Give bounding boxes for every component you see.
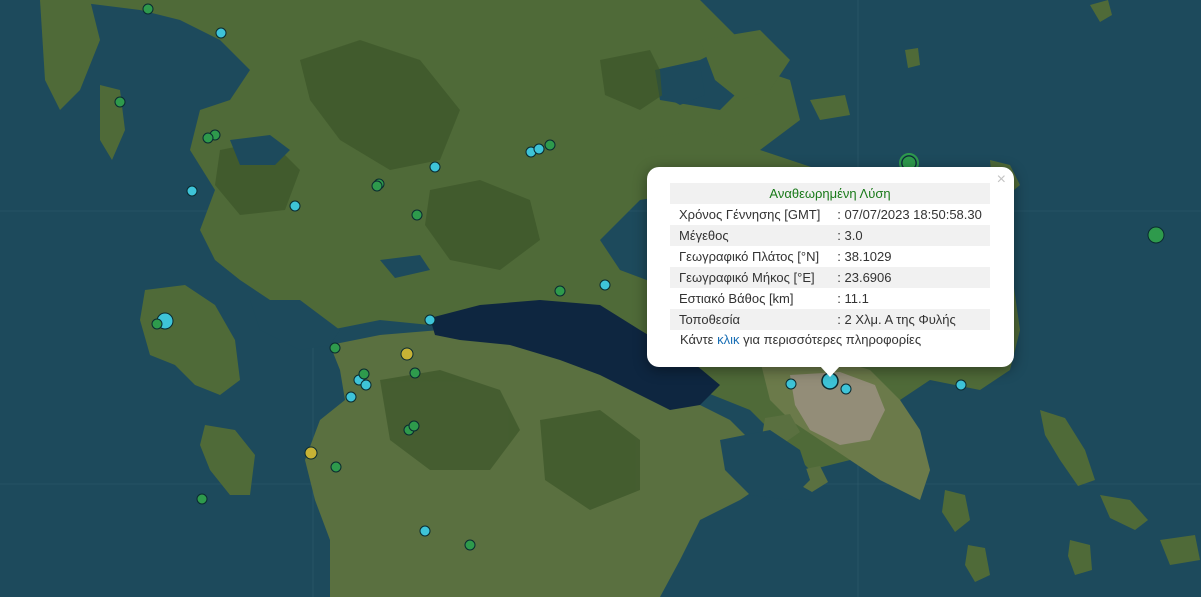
earthquake-marker[interactable] (429, 161, 441, 173)
earthquake-marker[interactable] (464, 539, 476, 551)
detail-value: : 3.0 (837, 228, 863, 243)
detail-label: Μέγεθος (679, 228, 729, 243)
earthquake-marker[interactable] (151, 318, 163, 330)
earthquake-marker[interactable] (840, 383, 852, 395)
popup-title-row: Αναθεωρημένη Λύση (670, 183, 990, 204)
detail-value: : 07/07/2023 18:50:58.30 (837, 207, 982, 222)
earthquake-marker[interactable] (358, 368, 370, 380)
detail-value: : 23.6906 (837, 270, 892, 285)
earthquake-marker[interactable] (142, 3, 154, 15)
detail-label: Γεωγραφικό Πλάτος [°N] (679, 249, 820, 264)
earthquake-marker[interactable] (304, 446, 318, 460)
earthquake-info-popup: × Αναθεωρημένη Λύση Χρόνος Γέννησης [GMT… (647, 167, 1014, 377)
earthquake-marker[interactable] (411, 209, 423, 221)
earthquake-marker[interactable] (533, 143, 545, 155)
detail-label: Τοποθεσία (679, 312, 741, 327)
popup-title: Αναθεωρημένη Λύση (769, 186, 891, 201)
earthquake-marker[interactable] (419, 525, 431, 537)
more-info-link[interactable]: κλικ (717, 332, 739, 347)
detail-row-location: Τοποθεσία : 2 Χλμ. Α της Φυλής (670, 309, 990, 330)
map-canvas[interactable] (0, 0, 1201, 597)
footer-suffix: για περισσότερες πληροφορίες (743, 332, 922, 347)
detail-value: : 11.1 (837, 291, 869, 306)
earthquake-marker[interactable] (785, 378, 797, 390)
detail-value: : 38.1029 (837, 249, 892, 264)
earthquake-marker[interactable] (196, 493, 208, 505)
earthquake-marker[interactable] (599, 279, 611, 291)
detail-row-magnitude: Μέγεθος : 3.0 (670, 225, 990, 246)
earthquake-marker[interactable] (186, 185, 198, 197)
earthquake-marker[interactable] (409, 367, 421, 379)
detail-label: Χρόνος Γέννησης [GMT] (679, 207, 821, 222)
earthquake-marker[interactable] (202, 132, 214, 144)
earthquake-marker[interactable] (400, 347, 414, 361)
close-icon[interactable]: × (997, 171, 1006, 189)
earthquake-marker[interactable] (371, 180, 383, 192)
detail-value: : 2 Χλμ. Α της Φυλής (837, 312, 956, 327)
earthquake-marker[interactable] (330, 461, 342, 473)
earthquake-details-table: Αναθεωρημένη Λύση Χρόνος Γέννησης [GMT] … (670, 183, 990, 330)
detail-row-depth: Εστιακό Βάθος [km] : 11.1 (670, 288, 990, 309)
earthquake-marker[interactable] (554, 285, 566, 297)
detail-row-latitude: Γεωγραφικό Πλάτος [°N] : 38.1029 (670, 246, 990, 267)
detail-row-longitude: Γεωγραφικό Μήκος [°E] : 23.6906 (670, 267, 990, 288)
popup-pointer (820, 366, 840, 377)
earthquake-marker[interactable] (1147, 226, 1165, 244)
popup-footer: Κάντε κλικ για περισσότερες πληροφορίες (680, 332, 921, 347)
earthquake-marker[interactable] (408, 420, 420, 432)
earthquake-marker[interactable] (289, 200, 301, 212)
detail-label: Εστιακό Βάθος [km] (679, 291, 794, 306)
earthquake-marker[interactable] (345, 391, 357, 403)
earthquake-marker[interactable] (215, 27, 227, 39)
earthquake-marker[interactable] (544, 139, 556, 151)
detail-row-origin-time: Χρόνος Γέννησης [GMT] : 07/07/2023 18:50… (670, 204, 990, 225)
earthquake-marker[interactable] (955, 379, 967, 391)
earthquake-marker[interactable] (329, 342, 341, 354)
footer-prefix: Κάντε (680, 332, 714, 347)
detail-label: Γεωγραφικό Μήκος [°E] (679, 270, 815, 285)
earthquake-marker[interactable] (360, 379, 372, 391)
earthquake-marker[interactable] (114, 96, 126, 108)
earthquake-marker[interactable] (424, 314, 436, 326)
